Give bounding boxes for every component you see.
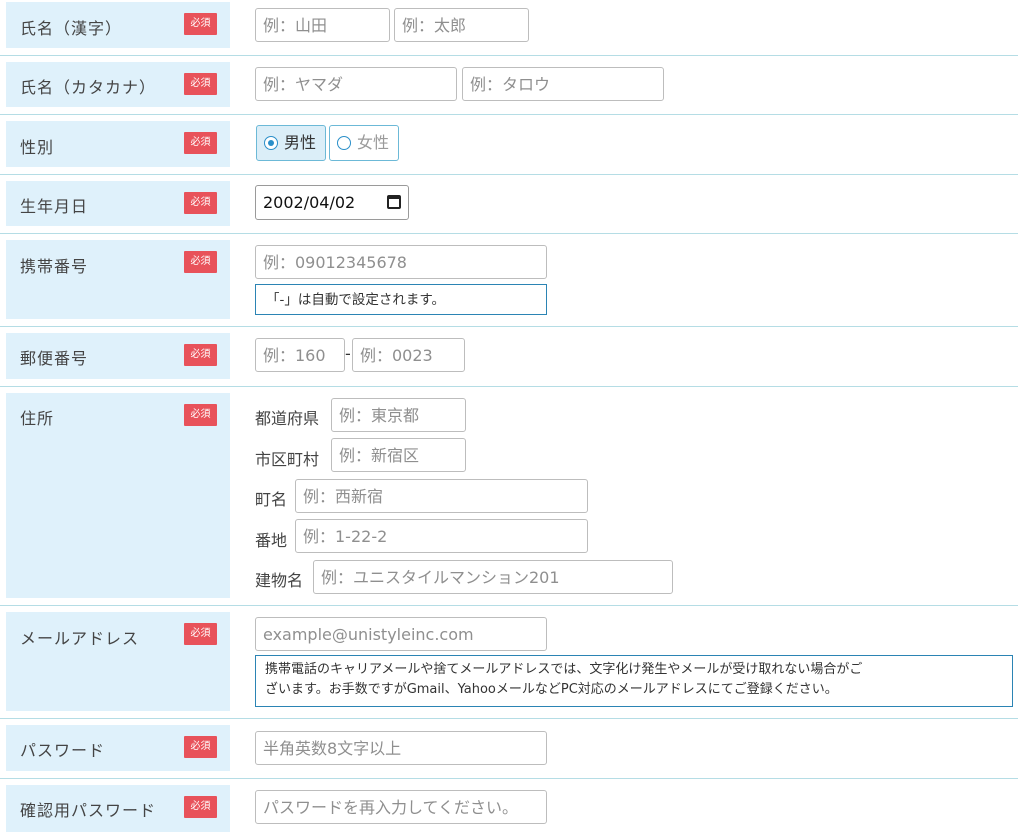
- birthdate-input[interactable]: 2002/04/02: [255, 185, 409, 220]
- label-cell-name-kana: 氏名（カタカナ） 必須: [6, 62, 230, 107]
- gender-option-female[interactable]: 女性: [329, 125, 399, 161]
- label-cell-mobile: 携帯番号 必須: [6, 240, 230, 319]
- block-input[interactable]: [295, 519, 588, 553]
- label-cell-birthdate: 生年月日 必須: [6, 181, 230, 226]
- required-badge: 必須: [184, 404, 217, 426]
- row-divider: [0, 55, 1018, 56]
- prefecture-label: 都道府県: [255, 409, 320, 428]
- label-cell-password-confirm: 確認用パスワード 必須: [6, 785, 230, 832]
- required-badge: 必須: [184, 192, 217, 214]
- radio-unchecked-icon: [337, 136, 351, 150]
- building-input[interactable]: [313, 560, 673, 594]
- field-label: 確認用パスワード: [20, 801, 157, 820]
- postal-separator: -: [345, 344, 351, 363]
- town-input[interactable]: [295, 479, 588, 513]
- city-input[interactable]: [331, 438, 466, 472]
- row-divider: [0, 386, 1018, 387]
- building-label: 建物名: [255, 571, 304, 590]
- mobile-note: 「-」は自動で設定されます。: [255, 284, 547, 315]
- row-divider: [0, 778, 1018, 779]
- town-label: 町名: [255, 490, 288, 509]
- label-cell-password: パスワード 必須: [6, 725, 230, 771]
- row-divider: [0, 605, 1018, 606]
- radio-label: 女性: [357, 133, 390, 152]
- row-divider: [0, 233, 1018, 234]
- required-badge: 必須: [184, 623, 217, 645]
- postal-code-second-input[interactable]: [352, 338, 465, 372]
- required-badge: 必須: [184, 132, 217, 154]
- label-cell-name-kanji: 氏名（漢字） 必須: [6, 2, 230, 48]
- field-label: 氏名（カタカナ）: [20, 78, 157, 97]
- required-badge: 必須: [184, 344, 217, 366]
- radio-checked-icon: [264, 136, 278, 150]
- label-cell-postal: 郵便番号 必須: [6, 333, 230, 379]
- row-divider: [0, 326, 1018, 327]
- field-label: 携帯番号: [20, 257, 89, 276]
- last-name-kana-input[interactable]: [255, 67, 457, 101]
- required-badge: 必須: [184, 796, 217, 818]
- first-name-kana-input[interactable]: [462, 67, 664, 101]
- required-badge: 必須: [184, 13, 217, 35]
- postal-code-first-input[interactable]: [255, 338, 345, 372]
- label-cell-email: メールアドレス 必須: [6, 612, 230, 711]
- label-cell-address: 住所 必須: [6, 393, 230, 598]
- required-badge: 必須: [184, 736, 217, 758]
- field-label: 郵便番号: [20, 349, 89, 368]
- password-confirm-input[interactable]: [255, 790, 547, 824]
- block-label: 番地: [255, 531, 288, 550]
- mobile-number-input[interactable]: [255, 245, 547, 279]
- last-name-kanji-input[interactable]: [255, 8, 390, 42]
- gender-option-male[interactable]: 男性: [256, 125, 326, 161]
- field-label: 氏名（漢字）: [20, 19, 123, 38]
- email-note-line: 携帯電話のキャリアメールや捨てメールアドレスでは、文字化け発生やメールが受け取れ…: [265, 662, 863, 677]
- password-input[interactable]: [255, 731, 547, 765]
- field-label: 性別: [20, 138, 55, 157]
- field-label: 住所: [20, 409, 55, 428]
- first-name-kanji-input[interactable]: [394, 8, 529, 42]
- row-divider: [0, 718, 1018, 719]
- row-divider: [0, 114, 1018, 115]
- prefecture-input[interactable]: [331, 398, 466, 432]
- label-cell-gender: 性別 必須: [6, 121, 230, 167]
- required-badge: 必須: [184, 73, 217, 95]
- city-label: 市区町村: [255, 450, 320, 469]
- field-label: パスワード: [20, 741, 106, 760]
- calendar-icon[interactable]: [387, 195, 401, 209]
- field-label: 生年月日: [20, 197, 89, 216]
- email-input[interactable]: [255, 617, 547, 651]
- field-label: メールアドレス: [20, 629, 140, 648]
- email-note-line: ざいます。お手数ですがGmail、YahooメールなどPC対応のメールアドレスに…: [265, 682, 838, 697]
- row-divider: [0, 174, 1018, 175]
- email-note: 携帯電話のキャリアメールや捨てメールアドレスでは、文字化け発生やメールが受け取れ…: [255, 655, 1013, 707]
- required-badge: 必須: [184, 251, 217, 273]
- radio-label: 男性: [284, 133, 317, 152]
- birthdate-value: 2002/04/02: [263, 193, 356, 212]
